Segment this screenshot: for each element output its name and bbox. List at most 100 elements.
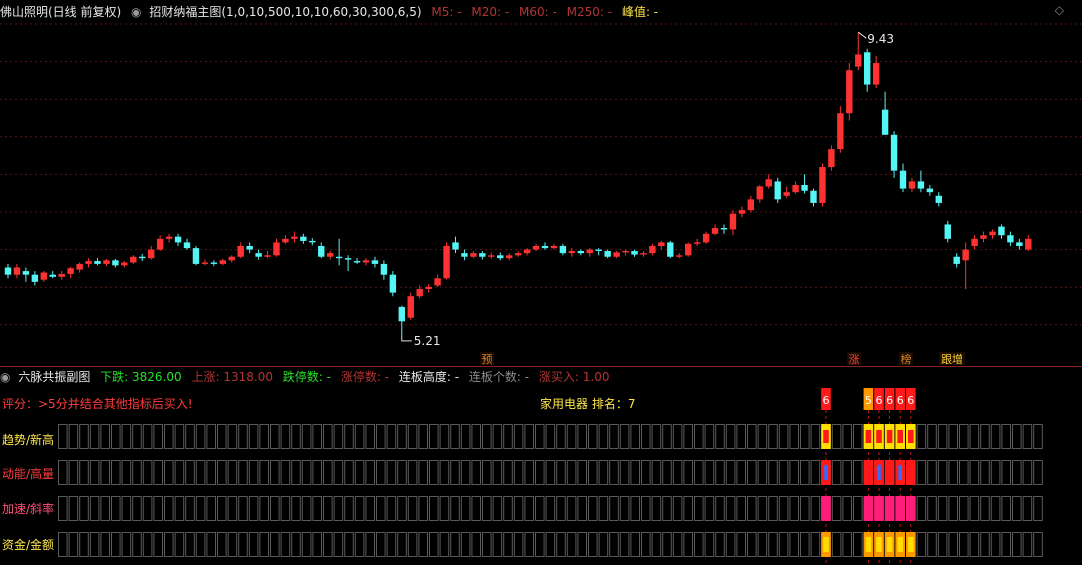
low-pointer bbox=[401, 334, 412, 342]
grid-cell bbox=[280, 460, 291, 485]
grid-cell bbox=[545, 496, 556, 521]
grid-cell bbox=[58, 532, 68, 557]
candle-body bbox=[971, 238, 978, 246]
candle-body bbox=[810, 190, 817, 203]
candle-body bbox=[577, 251, 584, 254]
grid-cell bbox=[800, 496, 810, 521]
grid-cell bbox=[248, 532, 259, 557]
grid-cell bbox=[927, 460, 937, 485]
funds-core bbox=[876, 537, 882, 552]
grid-cell bbox=[831, 460, 842, 485]
grid-cell bbox=[259, 532, 269, 557]
candle-body bbox=[201, 262, 209, 264]
grid-cell bbox=[800, 460, 810, 485]
grid-cell bbox=[1012, 460, 1022, 485]
grid-cell bbox=[227, 460, 238, 485]
grid-cell bbox=[545, 532, 556, 557]
grid-cell bbox=[195, 460, 206, 485]
grid-cell bbox=[344, 496, 354, 521]
grid-cell bbox=[1022, 532, 1033, 557]
grid-cell bbox=[1012, 496, 1022, 521]
grid-cell bbox=[566, 460, 577, 485]
grid-cell bbox=[747, 460, 757, 485]
candle-body bbox=[103, 260, 110, 264]
grid-cell bbox=[747, 532, 757, 557]
grid-cell bbox=[121, 424, 132, 449]
grid-cell bbox=[810, 532, 821, 557]
candle-body bbox=[774, 181, 781, 200]
grid-cell bbox=[111, 424, 121, 449]
grid-cell bbox=[916, 496, 927, 521]
grid-cell bbox=[725, 496, 736, 521]
chart-canvas[interactable]: 9.435.21预涨榜跟增6 5 6 6 6 6 bbox=[0, 0, 1082, 565]
grid-cell bbox=[948, 460, 959, 485]
candle-body bbox=[300, 236, 307, 241]
grid-cell bbox=[503, 424, 513, 449]
grid-cell bbox=[312, 460, 322, 485]
grid-cell bbox=[1022, 496, 1033, 521]
grid-cell bbox=[185, 460, 195, 485]
grid-cell bbox=[142, 424, 153, 449]
grid-cell bbox=[524, 460, 535, 485]
grid-cell bbox=[471, 496, 481, 521]
grid-cell bbox=[916, 532, 927, 557]
grid-cell bbox=[354, 424, 365, 449]
grid-cell bbox=[68, 532, 79, 557]
candle-body bbox=[658, 242, 665, 246]
grid-cell bbox=[694, 532, 704, 557]
grid-cell bbox=[142, 532, 153, 557]
candle-body bbox=[756, 186, 763, 200]
trend-core bbox=[823, 430, 829, 443]
grid-cell bbox=[577, 460, 588, 485]
grid-cell bbox=[577, 532, 588, 557]
grid-cell bbox=[969, 460, 980, 485]
grid-cell bbox=[651, 496, 662, 521]
grid-cell bbox=[927, 496, 937, 521]
grid-cell bbox=[450, 424, 460, 449]
grid-cell bbox=[842, 460, 853, 485]
candle-body bbox=[362, 260, 370, 263]
grid-cell bbox=[217, 532, 227, 557]
grid-cell bbox=[842, 424, 853, 449]
grid-cell bbox=[280, 424, 291, 449]
grid-cell bbox=[450, 496, 460, 521]
candle-body bbox=[532, 245, 540, 250]
candle-body bbox=[94, 261, 101, 264]
funds-core bbox=[823, 537, 829, 552]
signal-tag: 跟增 bbox=[941, 352, 963, 366]
signal-tag: 涨 bbox=[849, 353, 860, 366]
grid-cell bbox=[980, 460, 990, 485]
grid-cell bbox=[959, 424, 969, 449]
candle-body bbox=[667, 242, 674, 257]
grid-cell bbox=[715, 532, 725, 557]
grid-cell bbox=[301, 532, 312, 557]
candle-body bbox=[318, 245, 325, 257]
grid-cell bbox=[619, 532, 630, 557]
grid-cell bbox=[238, 424, 248, 449]
grid-cell bbox=[121, 496, 132, 521]
candle-body bbox=[121, 262, 128, 266]
accel-cell bbox=[906, 496, 916, 521]
grid-cell bbox=[566, 424, 577, 449]
candle-body bbox=[31, 274, 39, 282]
grid-cell bbox=[672, 424, 683, 449]
grid-cell bbox=[270, 532, 280, 557]
grid-cell bbox=[1012, 532, 1022, 557]
candle-body bbox=[890, 134, 898, 171]
grid-cell bbox=[937, 496, 948, 521]
grid-cell bbox=[672, 532, 683, 557]
grid-cell bbox=[227, 424, 238, 449]
candle-body bbox=[962, 249, 969, 261]
grid-cell bbox=[545, 424, 556, 449]
grid-cell bbox=[354, 532, 365, 557]
grid-cell bbox=[153, 496, 163, 521]
grid-cell bbox=[89, 496, 100, 521]
grid-cell bbox=[683, 532, 694, 557]
grid-cell bbox=[704, 496, 715, 521]
candle-body bbox=[434, 278, 441, 286]
grid-cell bbox=[132, 460, 142, 485]
grid-cell bbox=[291, 424, 301, 449]
grid-cell bbox=[259, 424, 269, 449]
candle-body bbox=[514, 253, 522, 256]
grid-cell bbox=[291, 460, 301, 485]
